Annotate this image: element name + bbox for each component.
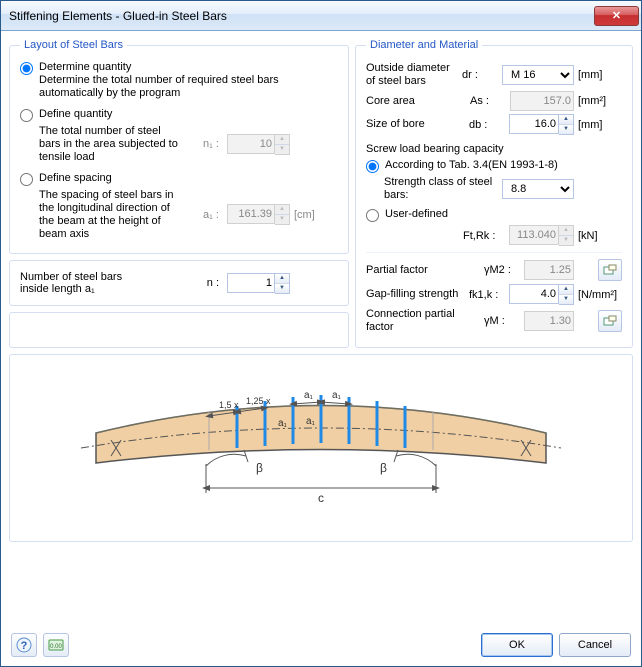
svg-text:a₁: a₁ — [332, 390, 342, 401]
area-sym: As : — [470, 95, 506, 107]
partial-edit-button[interactable] — [598, 259, 622, 281]
conn-sym: γM : — [484, 315, 520, 327]
a1-unit: [cm] — [294, 209, 338, 221]
gap-spinner[interactable]: ▲▼ — [559, 284, 574, 305]
area-label: Core area — [366, 95, 466, 108]
diam-select[interactable]: M 16 — [502, 65, 574, 85]
units-icon: 0.00 — [48, 637, 64, 653]
partial-sym: γM2 : — [484, 264, 520, 276]
svg-text:?: ? — [21, 640, 28, 652]
material-legend: Diameter and Material — [366, 39, 482, 51]
area-value — [510, 91, 574, 111]
opt-define-spacing[interactable]: Define spacing The spacing of steel bars… — [20, 172, 338, 241]
opt2-title: Define quantity — [39, 108, 338, 120]
opt3-desc: The spacing of steel bars in the longitu… — [39, 189, 185, 241]
title-text: Stiffening Elements - Glued-in Steel Bar… — [9, 9, 594, 23]
help-button[interactable]: ? — [11, 633, 37, 657]
a1-input — [227, 204, 275, 224]
cap-opt2-label: User-defined — [385, 208, 622, 220]
empty-group — [9, 312, 349, 348]
cancel-button[interactable]: Cancel — [559, 633, 631, 657]
cap-opt1-label: According to Tab. 3.4(EN 1993-1-8) — [385, 159, 622, 171]
button-bar: ? 0.00 OK Cancel — [1, 624, 641, 666]
layout-legend: Layout of Steel Bars — [20, 39, 127, 51]
opt1-title: Determine quantity — [39, 61, 338, 73]
radio-define-spacing[interactable] — [20, 173, 33, 186]
svg-text:β: β — [256, 461, 263, 475]
cap-label: Screw load bearing capacity — [366, 143, 622, 155]
n-spinner[interactable]: ▲▼ — [275, 273, 290, 294]
n1-unit — [294, 138, 338, 150]
close-button[interactable]: ✕ — [594, 6, 639, 26]
cap-opt-user[interactable]: User-defined — [366, 208, 622, 222]
ftrk-input — [509, 225, 559, 245]
radio-cap-tab34[interactable] — [366, 160, 379, 173]
bore-sym: db : — [469, 119, 505, 131]
partial-label: Partial factor — [366, 264, 480, 277]
n-symbol: n : — [189, 277, 223, 289]
opt1-desc: Determine the total number of required s… — [39, 74, 338, 100]
edit-icon — [603, 264, 617, 276]
conn-edit-button[interactable] — [598, 310, 622, 332]
ftrk-spinner: ▲▼ — [559, 225, 574, 246]
content-area: Layout of Steel Bars Determine quantity … — [1, 31, 641, 624]
conn-value — [524, 311, 574, 331]
svg-text:1,25 x: 1,25 x — [246, 396, 271, 406]
num-bars-label2: inside length a₁ — [20, 283, 185, 295]
diam-sym: dr : — [462, 69, 498, 81]
svg-text:a₁: a₁ — [304, 390, 314, 401]
a1-symbol: a₁ : — [189, 209, 223, 221]
gap-label: Gap-filling strength — [366, 288, 465, 301]
gap-unit: [N/mm²] — [578, 289, 622, 301]
n1-spinner: ▲▼ — [275, 134, 290, 155]
ok-button[interactable]: OK — [481, 633, 553, 657]
number-steel-bars-group: Number of steel bars inside length a₁ n … — [9, 260, 349, 306]
strength-class-select[interactable]: 8.8 — [502, 179, 574, 199]
opt3-title: Define spacing — [39, 172, 338, 184]
a1-spinner: ▲▼ — [275, 204, 290, 225]
num-bars-label1: Number of steel bars — [20, 271, 185, 283]
svg-text:0.00: 0.00 — [50, 644, 62, 650]
gap-input[interactable] — [509, 284, 559, 304]
bore-unit: [mm] — [578, 119, 622, 131]
svg-text:c: c — [318, 491, 324, 505]
area-unit: [mm²] — [578, 95, 622, 107]
bore-input[interactable] — [509, 114, 559, 134]
gap-sym: fk1,k : — [469, 289, 505, 301]
conn-label: Connection partial factor — [366, 308, 480, 334]
diam-label: Outside diameter of steel bars — [366, 62, 458, 88]
diam-unit: [mm] — [578, 69, 622, 81]
title-bar: Stiffening Elements - Glued-in Steel Bar… — [1, 1, 641, 31]
ftrk-unit: [kN] — [578, 230, 622, 242]
ftrk-sym: Ft,Rk : — [463, 230, 505, 242]
n-input[interactable] — [227, 273, 275, 293]
svg-text:1,5 x: 1,5 x — [219, 400, 239, 410]
edit-icon — [603, 315, 617, 327]
partial-value — [524, 260, 574, 280]
svg-text:a₁: a₁ — [306, 416, 316, 427]
bore-label: Size of bore — [366, 118, 465, 131]
beam-diagram: 1,5 x 1,25 x a₁ a₁ a₁ a₁ β β c — [9, 354, 633, 542]
layout-steel-bars-group: Layout of Steel Bars Determine quantity … — [9, 39, 349, 254]
help-icon: ? — [16, 637, 32, 653]
strength-class-label: Strength class of steel bars: — [384, 176, 498, 202]
svg-text:β: β — [380, 461, 387, 475]
n-unit — [294, 277, 338, 289]
units-button[interactable]: 0.00 — [43, 633, 69, 657]
cap-opt-tab34[interactable]: According to Tab. 3.4(EN 1993-1-8) — [366, 159, 622, 173]
beam-svg: 1,5 x 1,25 x a₁ a₁ a₁ a₁ β β c — [56, 368, 586, 528]
radio-define-quantity[interactable] — [20, 109, 33, 122]
n1-symbol: n₁ : — [189, 138, 223, 150]
bore-spinner[interactable]: ▲▼ — [559, 114, 574, 135]
radio-cap-user[interactable] — [366, 209, 379, 222]
opt-determine-quantity[interactable]: Determine quantity Determine the total n… — [20, 61, 338, 100]
radio-determine-quantity[interactable] — [20, 62, 33, 75]
svg-text:a₁: a₁ — [278, 418, 288, 429]
opt-define-quantity[interactable]: Define quantity The total number of stee… — [20, 108, 338, 164]
diameter-material-group: Diameter and Material Outside diameter o… — [355, 39, 633, 348]
opt2-desc: The total number of steel bars in the ar… — [39, 125, 185, 164]
n1-input — [227, 134, 275, 154]
